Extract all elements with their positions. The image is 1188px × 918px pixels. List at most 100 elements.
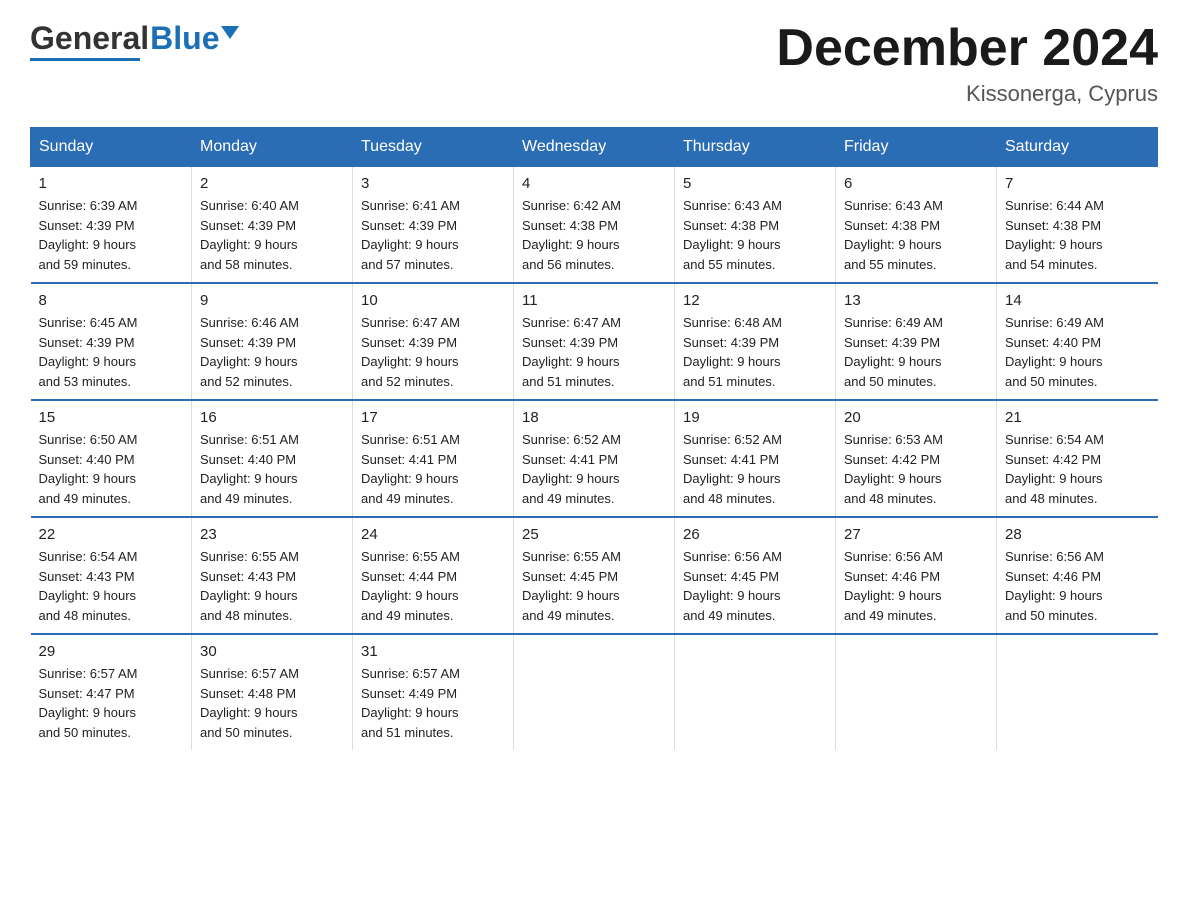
day-info: Sunrise: 6:55 AM Sunset: 4:45 PM Dayligh… [522, 547, 666, 625]
day-number: 15 [39, 409, 184, 426]
calendar-cell [675, 634, 836, 750]
calendar-cell: 12 Sunrise: 6:48 AM Sunset: 4:39 PM Dayl… [675, 283, 836, 400]
day-number: 30 [200, 643, 344, 660]
calendar-cell: 18 Sunrise: 6:52 AM Sunset: 4:41 PM Dayl… [514, 400, 675, 517]
day-number: 24 [361, 526, 505, 543]
calendar-cell [836, 634, 997, 750]
day-number: 5 [683, 175, 827, 192]
day-info: Sunrise: 6:53 AM Sunset: 4:42 PM Dayligh… [844, 430, 988, 508]
day-info: Sunrise: 6:54 AM Sunset: 4:43 PM Dayligh… [39, 547, 184, 625]
day-number: 28 [1005, 526, 1150, 543]
calendar-week-row: 22 Sunrise: 6:54 AM Sunset: 4:43 PM Dayl… [31, 517, 1158, 634]
day-info: Sunrise: 6:57 AM Sunset: 4:49 PM Dayligh… [361, 664, 505, 742]
day-number: 11 [522, 292, 666, 309]
day-info: Sunrise: 6:43 AM Sunset: 4:38 PM Dayligh… [844, 196, 988, 274]
calendar-cell: 3 Sunrise: 6:41 AM Sunset: 4:39 PM Dayli… [353, 167, 514, 284]
day-info: Sunrise: 6:51 AM Sunset: 4:40 PM Dayligh… [200, 430, 344, 508]
day-number: 27 [844, 526, 988, 543]
logo-general: General [30, 20, 149, 57]
calendar-cell: 28 Sunrise: 6:56 AM Sunset: 4:46 PM Dayl… [997, 517, 1158, 634]
day-info: Sunrise: 6:56 AM Sunset: 4:46 PM Dayligh… [844, 547, 988, 625]
calendar-cell: 8 Sunrise: 6:45 AM Sunset: 4:39 PM Dayli… [31, 283, 192, 400]
calendar-week-row: 15 Sunrise: 6:50 AM Sunset: 4:40 PM Dayl… [31, 400, 1158, 517]
day-number: 18 [522, 409, 666, 426]
calendar-cell: 13 Sunrise: 6:49 AM Sunset: 4:39 PM Dayl… [836, 283, 997, 400]
day-info: Sunrise: 6:52 AM Sunset: 4:41 PM Dayligh… [683, 430, 827, 508]
calendar-cell: 27 Sunrise: 6:56 AM Sunset: 4:46 PM Dayl… [836, 517, 997, 634]
day-number: 3 [361, 175, 505, 192]
day-number: 13 [844, 292, 988, 309]
page-header: General Blue December 2024 Kissonerga, C… [30, 20, 1158, 107]
day-info: Sunrise: 6:44 AM Sunset: 4:38 PM Dayligh… [1005, 196, 1150, 274]
day-number: 29 [39, 643, 184, 660]
calendar-week-row: 29 Sunrise: 6:57 AM Sunset: 4:47 PM Dayl… [31, 634, 1158, 750]
calendar-cell: 7 Sunrise: 6:44 AM Sunset: 4:38 PM Dayli… [997, 167, 1158, 284]
col-tuesday: Tuesday [353, 128, 514, 167]
calendar-week-row: 1 Sunrise: 6:39 AM Sunset: 4:39 PM Dayli… [31, 167, 1158, 284]
calendar-cell [514, 634, 675, 750]
logo: General Blue [30, 20, 239, 61]
calendar-cell: 26 Sunrise: 6:56 AM Sunset: 4:45 PM Dayl… [675, 517, 836, 634]
day-number: 16 [200, 409, 344, 426]
col-monday: Monday [192, 128, 353, 167]
day-number: 12 [683, 292, 827, 309]
calendar-cell: 19 Sunrise: 6:52 AM Sunset: 4:41 PM Dayl… [675, 400, 836, 517]
day-info: Sunrise: 6:55 AM Sunset: 4:43 PM Dayligh… [200, 547, 344, 625]
calendar-cell: 25 Sunrise: 6:55 AM Sunset: 4:45 PM Dayl… [514, 517, 675, 634]
day-info: Sunrise: 6:40 AM Sunset: 4:39 PM Dayligh… [200, 196, 344, 274]
calendar-cell: 11 Sunrise: 6:47 AM Sunset: 4:39 PM Dayl… [514, 283, 675, 400]
day-number: 25 [522, 526, 666, 543]
col-thursday: Thursday [675, 128, 836, 167]
day-number: 2 [200, 175, 344, 192]
calendar-cell: 14 Sunrise: 6:49 AM Sunset: 4:40 PM Dayl… [997, 283, 1158, 400]
calendar-table: Sunday Monday Tuesday Wednesday Thursday… [30, 127, 1158, 750]
logo-underline [30, 58, 140, 61]
day-number: 9 [200, 292, 344, 309]
col-wednesday: Wednesday [514, 128, 675, 167]
day-info: Sunrise: 6:51 AM Sunset: 4:41 PM Dayligh… [361, 430, 505, 508]
calendar-cell: 16 Sunrise: 6:51 AM Sunset: 4:40 PM Dayl… [192, 400, 353, 517]
day-info: Sunrise: 6:47 AM Sunset: 4:39 PM Dayligh… [522, 313, 666, 391]
calendar-cell: 20 Sunrise: 6:53 AM Sunset: 4:42 PM Dayl… [836, 400, 997, 517]
day-info: Sunrise: 6:41 AM Sunset: 4:39 PM Dayligh… [361, 196, 505, 274]
calendar-cell: 17 Sunrise: 6:51 AM Sunset: 4:41 PM Dayl… [353, 400, 514, 517]
day-number: 4 [522, 175, 666, 192]
calendar-cell: 24 Sunrise: 6:55 AM Sunset: 4:44 PM Dayl… [353, 517, 514, 634]
calendar-cell: 2 Sunrise: 6:40 AM Sunset: 4:39 PM Dayli… [192, 167, 353, 284]
logo-triangle-icon [221, 26, 239, 39]
col-friday: Friday [836, 128, 997, 167]
day-info: Sunrise: 6:52 AM Sunset: 4:41 PM Dayligh… [522, 430, 666, 508]
day-number: 23 [200, 526, 344, 543]
calendar-cell: 30 Sunrise: 6:57 AM Sunset: 4:48 PM Dayl… [192, 634, 353, 750]
day-number: 7 [1005, 175, 1150, 192]
day-number: 19 [683, 409, 827, 426]
day-info: Sunrise: 6:49 AM Sunset: 4:40 PM Dayligh… [1005, 313, 1150, 391]
day-number: 20 [844, 409, 988, 426]
day-info: Sunrise: 6:56 AM Sunset: 4:46 PM Dayligh… [1005, 547, 1150, 625]
day-info: Sunrise: 6:43 AM Sunset: 4:38 PM Dayligh… [683, 196, 827, 274]
day-number: 21 [1005, 409, 1150, 426]
calendar-cell [997, 634, 1158, 750]
calendar-cell: 6 Sunrise: 6:43 AM Sunset: 4:38 PM Dayli… [836, 167, 997, 284]
calendar-cell: 31 Sunrise: 6:57 AM Sunset: 4:49 PM Dayl… [353, 634, 514, 750]
day-info: Sunrise: 6:39 AM Sunset: 4:39 PM Dayligh… [39, 196, 184, 274]
col-sunday: Sunday [31, 128, 192, 167]
calendar-cell: 23 Sunrise: 6:55 AM Sunset: 4:43 PM Dayl… [192, 517, 353, 634]
day-info: Sunrise: 6:42 AM Sunset: 4:38 PM Dayligh… [522, 196, 666, 274]
day-number: 17 [361, 409, 505, 426]
day-number: 26 [683, 526, 827, 543]
day-info: Sunrise: 6:56 AM Sunset: 4:45 PM Dayligh… [683, 547, 827, 625]
day-number: 8 [39, 292, 184, 309]
calendar-cell: 21 Sunrise: 6:54 AM Sunset: 4:42 PM Dayl… [997, 400, 1158, 517]
calendar-cell: 22 Sunrise: 6:54 AM Sunset: 4:43 PM Dayl… [31, 517, 192, 634]
calendar-cell: 1 Sunrise: 6:39 AM Sunset: 4:39 PM Dayli… [31, 167, 192, 284]
calendar-cell: 9 Sunrise: 6:46 AM Sunset: 4:39 PM Dayli… [192, 283, 353, 400]
day-info: Sunrise: 6:50 AM Sunset: 4:40 PM Dayligh… [39, 430, 184, 508]
day-info: Sunrise: 6:47 AM Sunset: 4:39 PM Dayligh… [361, 313, 505, 391]
day-number: 31 [361, 643, 505, 660]
calendar-week-row: 8 Sunrise: 6:45 AM Sunset: 4:39 PM Dayli… [31, 283, 1158, 400]
day-number: 10 [361, 292, 505, 309]
calendar-cell: 5 Sunrise: 6:43 AM Sunset: 4:38 PM Dayli… [675, 167, 836, 284]
calendar-cell: 10 Sunrise: 6:47 AM Sunset: 4:39 PM Dayl… [353, 283, 514, 400]
day-info: Sunrise: 6:57 AM Sunset: 4:48 PM Dayligh… [200, 664, 344, 742]
